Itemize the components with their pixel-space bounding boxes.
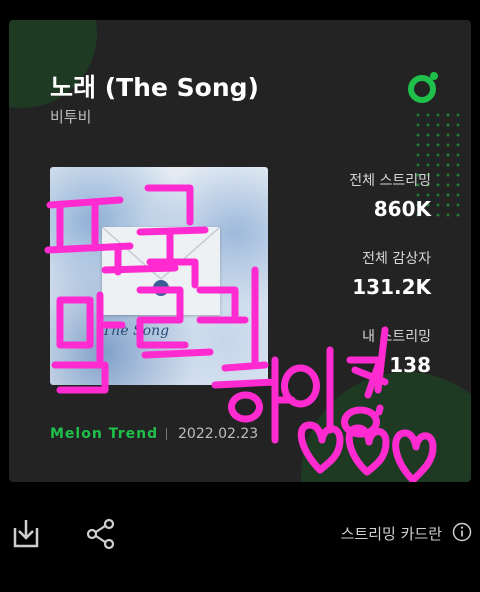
decor-circle-bottom-right <box>301 372 471 482</box>
melon-trend-label: Melon Trend <box>50 426 159 442</box>
album-envelope <box>101 226 221 315</box>
stat-total-listeners-value: 131.2K <box>352 275 431 299</box>
wax-seal <box>153 280 169 296</box>
album-cover-text: The Song <box>102 323 170 339</box>
stat-my-streams-value: 138 <box>389 353 431 377</box>
trend-date: 2022.02.23 <box>178 426 259 442</box>
info-icon[interactable] <box>452 522 472 542</box>
streaming-card: 노래 (The Song) 비투비 The Song 전체 스트리밍 860K … <box>9 20 471 482</box>
download-icon[interactable] <box>9 516 43 550</box>
album-cover: The Song <box>50 167 268 385</box>
share-icon[interactable] <box>84 517 118 551</box>
stat-total-streams-value: 860K <box>373 197 431 221</box>
stat-total-streams-label: 전체 스트리밍 <box>349 173 431 189</box>
footer-divider <box>166 428 167 440</box>
stat-total-listeners-label: 전체 감상자 <box>362 251 431 267</box>
melon-logo-icon <box>408 72 438 103</box>
streaming-card-label[interactable]: 스트리밍 카드란 <box>341 523 442 544</box>
stat-my-streams-label: 내 스트리밍 <box>362 329 431 345</box>
song-title: 노래 (The Song) <box>50 73 259 102</box>
artist-name: 비투비 <box>50 108 92 126</box>
